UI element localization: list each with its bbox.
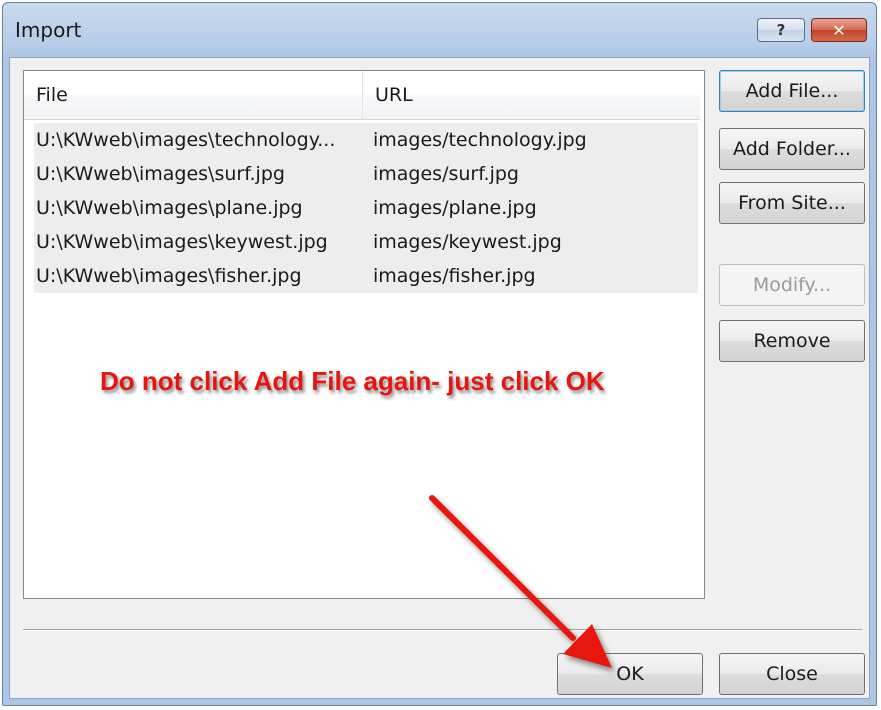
list-header: File URL — [24, 71, 700, 120]
close-icon: ✕ — [832, 20, 846, 40]
import-dialog: Import ? ✕ File URL U:\KWweb\images\tech… — [2, 2, 877, 706]
url-cell: images/plane.jpg — [373, 197, 537, 219]
url-cell: images/surf.jpg — [373, 163, 519, 185]
column-header-url[interactable]: URL — [363, 71, 700, 119]
ok-button[interactable]: OK — [557, 653, 703, 695]
dialog-title: Import — [15, 18, 82, 42]
url-cell: images/technology.jpg — [373, 129, 587, 151]
file-cell: U:\KWweb\images\plane.jpg — [36, 197, 303, 219]
remove-button[interactable]: Remove — [719, 320, 865, 362]
help-icon: ? — [776, 21, 786, 39]
close-button[interactable]: Close — [719, 653, 865, 695]
list-row[interactable]: U:\KWweb\images\keywest.jpg images/keywe… — [34, 225, 698, 259]
list-row[interactable]: U:\KWweb\images\surf.jpg images/surf.jpg — [34, 157, 698, 191]
add-file-button[interactable]: Add File... — [719, 70, 865, 112]
list-rows: U:\KWweb\images\technology... images/tec… — [34, 123, 698, 293]
modify-button[interactable]: Modify... — [719, 264, 865, 306]
list-row[interactable]: U:\KWweb\images\technology... images/tec… — [34, 123, 698, 157]
add-folder-button[interactable]: Add Folder... — [719, 128, 865, 170]
separator — [23, 629, 862, 631]
help-button[interactable]: ? — [757, 18, 805, 42]
window-close-button[interactable]: ✕ — [811, 18, 867, 42]
file-list[interactable]: File URL U:\KWweb\images\technology... i… — [23, 70, 705, 599]
annotation-text: Do not click Add File again- just click … — [100, 366, 605, 396]
url-cell: images/keywest.jpg — [373, 231, 562, 253]
list-row[interactable]: U:\KWweb\images\fisher.jpg images/fisher… — [34, 259, 698, 293]
file-cell: U:\KWweb\images\fisher.jpg — [36, 265, 302, 287]
url-cell: images/fisher.jpg — [373, 265, 536, 287]
file-cell: U:\KWweb\images\technology... — [36, 129, 336, 151]
file-cell: U:\KWweb\images\surf.jpg — [36, 163, 285, 185]
file-cell: U:\KWweb\images\keywest.jpg — [36, 231, 328, 253]
dialog-body: File URL U:\KWweb\images\technology... i… — [9, 57, 870, 699]
from-site-button[interactable]: From Site... — [719, 182, 865, 224]
column-header-file[interactable]: File — [24, 71, 363, 119]
title-bar[interactable]: Import ? ✕ — [3, 3, 876, 57]
list-row[interactable]: U:\KWweb\images\plane.jpg images/plane.j… — [34, 191, 698, 225]
